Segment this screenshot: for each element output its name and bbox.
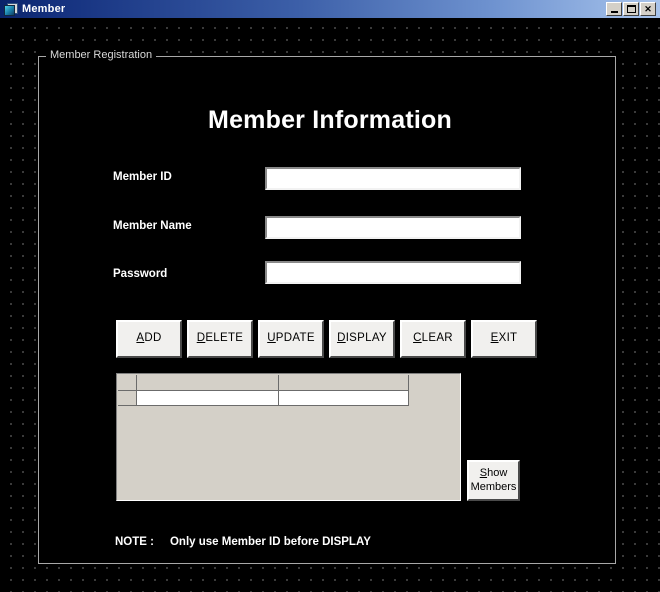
password-label: Password	[113, 268, 168, 280]
delete-button[interactable]: D ELETE	[187, 320, 253, 358]
close-button[interactable]: ✕	[640, 2, 656, 16]
title-bar: Member ✕	[0, 0, 660, 18]
add-button-label: DD	[144, 332, 162, 345]
display-button-label: ISPLAY	[345, 332, 387, 345]
close-icon: ✕	[644, 3, 652, 14]
column-header-1	[136, 375, 279, 391]
member-name-input[interactable]	[265, 216, 521, 239]
show-members-accel: S	[479, 466, 488, 479]
minimize-button[interactable]	[606, 2, 622, 16]
maximize-icon	[624, 3, 638, 15]
window-controls: ✕	[606, 2, 656, 16]
table-header-row	[118, 375, 409, 391]
row-header-cell[interactable]	[118, 390, 137, 406]
note-text: Only use Member ID before DISPLAY	[169, 536, 371, 548]
clear-button-accel: C	[413, 332, 422, 345]
table-row[interactable]	[118, 390, 409, 406]
member-id-input[interactable]	[265, 167, 521, 190]
show-members-label: Show Members	[471, 467, 517, 495]
delete-button-accel: D	[196, 332, 206, 345]
row-cell-2[interactable]	[278, 390, 409, 406]
members-table	[118, 375, 409, 406]
exit-button-accel: E	[490, 332, 499, 345]
vb-form-icon	[3, 2, 19, 16]
row-cell-1[interactable]	[136, 390, 279, 406]
update-button-label: PDATE	[275, 332, 315, 345]
member-form-window: Member ✕ Member Registration Member Info…	[0, 0, 660, 592]
password-input[interactable]	[265, 261, 521, 284]
clear-button-label: LEAR	[421, 332, 453, 345]
maximize-button[interactable]	[623, 2, 639, 16]
display-button[interactable]: D ISPLAY	[329, 320, 395, 358]
members-data-grid[interactable]	[116, 373, 461, 501]
window-title: Member	[22, 3, 66, 15]
add-button[interactable]: A DD	[116, 320, 182, 358]
exit-button[interactable]: E XIT	[471, 320, 537, 358]
row-header-corner	[118, 375, 137, 391]
note-label: NOTE :	[115, 536, 154, 548]
clear-button[interactable]: C LEAR	[400, 320, 466, 358]
command-button-row: A DD D ELETE U PDATE D ISPLAY C LEAR E XIT	[116, 320, 537, 358]
show-members-button[interactable]: Show Members	[467, 460, 520, 501]
page-title: Member Information	[208, 106, 452, 134]
exit-button-label: XIT	[498, 332, 518, 345]
add-button-accel: A	[136, 332, 145, 345]
show-members-line1: how	[487, 466, 508, 479]
update-button-accel: U	[267, 332, 276, 345]
update-button[interactable]: U PDATE	[258, 320, 324, 358]
column-header-2	[278, 375, 409, 391]
minimize-icon	[607, 3, 621, 15]
note-line: NOTE : Only use Member ID before DISPLAY	[115, 536, 371, 548]
form-canvas: Member Registration Member Information M…	[0, 18, 660, 592]
show-members-line2: Members	[470, 480, 517, 493]
member-id-label: Member ID	[113, 171, 172, 183]
member-name-label: Member Name	[113, 220, 192, 232]
delete-button-label: ELETE	[205, 332, 244, 345]
frame-caption: Member Registration	[46, 49, 157, 62]
display-button-accel: D	[337, 332, 346, 345]
